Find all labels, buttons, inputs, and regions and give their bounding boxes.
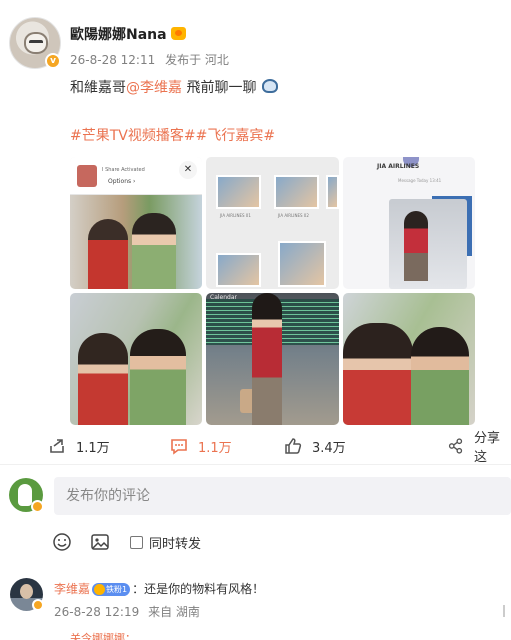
author-name-text: 歐陽娜娜Nana <box>70 27 167 43</box>
next-reply: 关令娜娜娜： <box>70 630 136 640</box>
reply-date: 26-8-28 12:19 <box>54 605 140 619</box>
photo-tile <box>278 241 326 287</box>
mention-link[interactable]: @李维嘉 <box>126 80 182 96</box>
comment-input[interactable]: 发布你的评论 <box>54 477 511 515</box>
verified-icon <box>31 500 44 513</box>
repost-checkbox[interactable]: 同时转发 <box>130 531 201 553</box>
photo-image <box>70 195 202 289</box>
more-icon[interactable] <box>503 605 511 617</box>
share-sheet-card: I Share Activated Options › ✕ <box>70 157 202 195</box>
post-text-suffix: 飛前聊一聊 <box>182 80 257 96</box>
post-photo-6[interactable] <box>343 293 475 425</box>
next-reply-text: ： <box>125 632 136 640</box>
post-photo-5[interactable]: Calendar <box>206 293 339 425</box>
image-icon <box>91 534 109 550</box>
share-sheet-options: Options › <box>108 178 136 185</box>
share-to-button[interactable]: 分享这 <box>447 431 511 465</box>
checkbox-box[interactable] <box>130 535 143 549</box>
tile-caption: JIA AIRLINES 02 <box>278 213 309 218</box>
share-network-icon <box>448 438 463 454</box>
fan-badge: 铁粉1 <box>92 583 131 596</box>
photo-tile <box>216 253 261 287</box>
share-icon <box>50 439 64 453</box>
reply-content: 李维嘉 铁粉1 ：还是你的物料有风格！ <box>54 580 264 597</box>
divider <box>0 464 511 465</box>
post-photo-4[interactable] <box>70 293 202 425</box>
hashtag-links[interactable]: #芒果TV视频播客##飞行嘉宾# <box>70 125 275 145</box>
image-button[interactable] <box>90 531 110 553</box>
reply-meta: 26-8-28 12:19 来自 湖南 <box>54 603 205 620</box>
comment-count: 1.1万 <box>198 440 232 456</box>
reply-text: ：还是你的物料有风格！ <box>132 582 265 596</box>
photo-tile <box>216 175 261 209</box>
photo-label: Calendar <box>210 294 237 301</box>
share-to-label: 分享这 <box>474 431 501 465</box>
share-sheet-title: I Share Activated <box>102 167 145 173</box>
share-thumbnail <box>77 165 97 187</box>
author-avatar[interactable]: v <box>9 17 61 69</box>
reply-author[interactable]: 李维嘉 <box>54 582 90 596</box>
post-meta: 26-8-28 12:11 发布于 河北 <box>70 51 235 68</box>
photo-tile <box>326 175 339 209</box>
emoji-icon <box>262 79 279 93</box>
smiley-icon <box>53 533 71 551</box>
post-text-prefix: 和維嘉哥 <box>70 80 126 96</box>
photo-tile <box>274 175 319 209</box>
crown-icon <box>170 27 186 40</box>
repost-label: 同时转发 <box>149 536 202 552</box>
post-photo-1[interactable]: I Share Activated Options › ✕ <box>70 157 202 289</box>
share-count: 1.1万 <box>76 440 110 456</box>
post-date[interactable]: 26-8-28 12:11 <box>70 53 155 67</box>
post-header: v 歐陽娜娜Nana 26-8-28 12:11 发布于 河北 <box>0 0 511 80</box>
like-button[interactable]: 3.4万 <box>284 436 346 456</box>
person <box>252 293 282 425</box>
post-photo-3[interactable]: JIA AIRLINES Message Today 13:41 <box>343 157 475 289</box>
comment-icon <box>171 439 187 455</box>
next-reply-author[interactable]: 关令娜娜娜 <box>70 632 125 640</box>
verified-icon <box>32 599 44 611</box>
comment-button[interactable]: 1.1万 <box>170 436 232 456</box>
post-photo-2[interactable]: JIA AIRLINES 01 JIA AIRLINES 02 <box>206 157 339 289</box>
post-text: 和維嘉哥@李维嘉 飛前聊一聊 <box>70 77 279 97</box>
share-button[interactable]: 1.1万 <box>48 436 110 456</box>
message-meta: Message Today 13:41 <box>398 178 442 183</box>
reply-source: 来自 湖南 <box>148 605 200 619</box>
author-name[interactable]: 歐陽娜娜Nana <box>70 24 186 44</box>
close-icon: ✕ <box>179 161 197 179</box>
photo-image <box>389 199 467 289</box>
like-count: 3.4万 <box>312 440 346 456</box>
airline-name: JIA AIRLINES <box>377 163 420 170</box>
verified-icon: v <box>45 53 61 69</box>
tile-caption: JIA AIRLINES 01 <box>220 213 251 218</box>
post-source: 发布于 河北 <box>165 53 229 67</box>
thumbs-up-icon <box>285 438 302 454</box>
action-bar: 1.1万 1.1万 3.4万 分享这 <box>0 431 511 465</box>
emoji-button[interactable] <box>52 531 72 553</box>
